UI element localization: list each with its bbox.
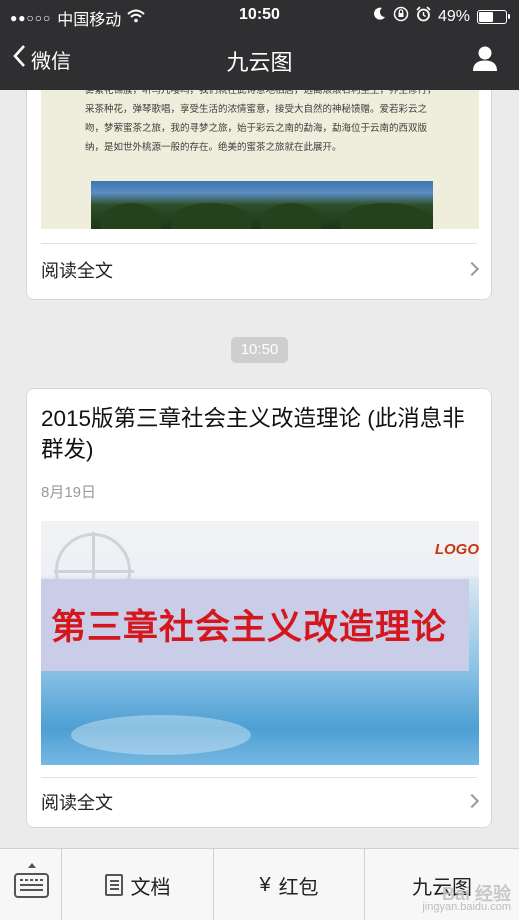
card-divider xyxy=(41,243,477,244)
read-more-link[interactable]: 阅读全文 xyxy=(41,789,113,815)
battery-icon xyxy=(477,9,510,24)
slide-logo: LOGO xyxy=(434,541,479,558)
card-divider xyxy=(41,777,477,778)
nav-bar: 微信 九云图 xyxy=(0,30,519,90)
keyboard-icon xyxy=(14,873,49,898)
page-title: 九云图 xyxy=(226,50,293,75)
yen-icon: ¥ xyxy=(259,873,271,896)
watermark-url: jingyan.baidu.com xyxy=(422,901,511,913)
status-bar: ●●○○○ 中国移动 10:50 49% xyxy=(0,0,519,30)
battery-level xyxy=(479,11,493,22)
watermark-brand: Bai 经验 xyxy=(441,884,511,904)
article-date: 8月19日 xyxy=(41,484,97,501)
person-icon xyxy=(471,46,499,76)
timestamp-pill: 10:50 xyxy=(231,337,288,363)
menu-hongbao-label: 红包 xyxy=(278,876,319,899)
keyboard-toggle-button[interactable] xyxy=(0,849,62,920)
article-card[interactable]: 雾繁花锦簇，听鸟儿嘤鸣，我们就在此诗意地栖居，远离滚滚名利尘土，养生修行，采茶种… xyxy=(26,90,492,300)
alarm-icon xyxy=(416,6,431,27)
menu-docs-button[interactable]: 文档 xyxy=(62,849,214,920)
menu-docs-label: 文档 xyxy=(130,876,171,899)
read-more-link[interactable]: 阅读全文 xyxy=(41,257,113,283)
battery-percent: 49% xyxy=(437,7,470,25)
chevron-right-icon xyxy=(464,261,480,277)
palm-photo xyxy=(91,181,433,229)
profile-button[interactable] xyxy=(471,44,499,77)
article-cover-image: 雾繁花锦簇，听鸟儿嘤鸣，我们就在此诗意地栖居，远离滚滚名利尘土，养生修行，采茶种… xyxy=(41,90,479,229)
moon-icon xyxy=(373,7,386,26)
chevron-right-icon xyxy=(464,793,480,809)
slide-heading: 第三章社会主义改造理论 xyxy=(51,608,448,647)
article-card[interactable]: 2015版第三章社会主义改造理论 (此消息非群发) 8月19日 LOGO 第三章… xyxy=(26,388,492,828)
chat-area[interactable]: 雾繁花锦簇，听鸟儿嘤鸣，我们就在此诗意地栖居，远离滚滚名利尘土，养生修行，采茶种… xyxy=(0,90,519,848)
bottom-menu-bar: 文档 ¥ 红包 九云图 Bai 经验 jingyan.baidu.com xyxy=(0,848,519,920)
article-title[interactable]: 2015版第三章社会主义改造理论 (此消息非群发) xyxy=(41,403,479,465)
menu-hongbao-button[interactable]: ¥ 红包 xyxy=(214,849,365,920)
article-cover-image[interactable]: LOGO 第三章社会主义改造理论 xyxy=(41,521,479,765)
article-excerpt: 雾繁花锦簇，听鸟儿嘤鸣，我们就在此诗意地栖居，远离滚滚名利尘土，养生修行，采茶种… xyxy=(85,90,437,153)
caret-up-icon xyxy=(28,863,36,868)
document-icon xyxy=(104,874,123,896)
watermark: Bai 经验 jingyan.baidu.com xyxy=(422,884,511,914)
orientation-lock-icon xyxy=(393,6,409,27)
